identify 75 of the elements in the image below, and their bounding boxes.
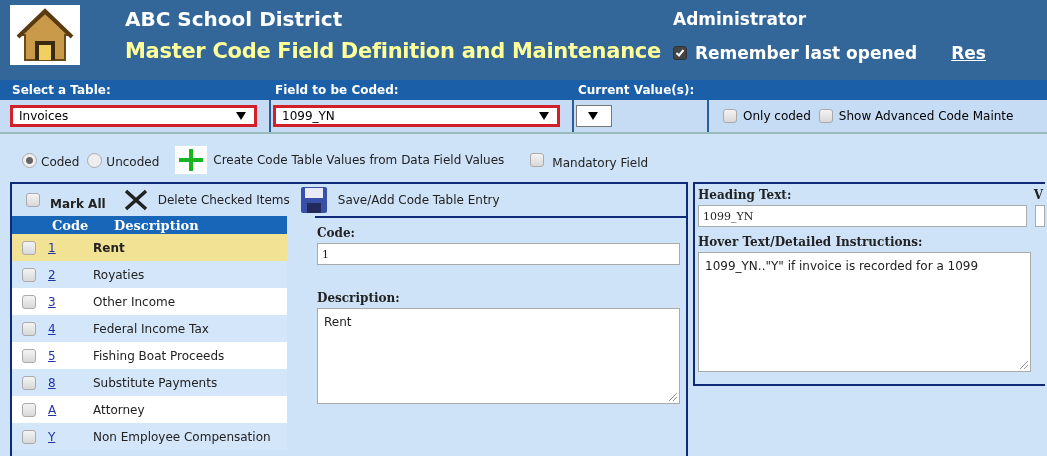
description-cell: Substitute Payments <box>93 375 218 390</box>
remember-checkbox[interactable] <box>673 46 687 60</box>
dropdown[interactable]: Invoices <box>10 105 257 127</box>
code-link[interactable]: 5 <box>48 348 93 363</box>
row-checkbox[interactable] <box>22 429 36 444</box>
radio-button[interactable] <box>87 152 103 168</box>
dropdown[interactable]: 1099_YN <box>273 105 560 127</box>
description-label: Description: <box>317 291 401 305</box>
code-link[interactable]: 8 <box>48 375 93 390</box>
heading-input-field[interactable]: 1099_YN <box>698 205 1027 227</box>
filter-label: Only coded <box>743 109 811 123</box>
mandatory-checkbox[interactable] <box>530 153 545 167</box>
caret-icon <box>588 112 598 120</box>
selector-label: Select a Table: <box>12 83 112 97</box>
hover-text-area[interactable]: 1099_YN.."Y" if invoice is recorded for a 1099 <box>698 252 1031 372</box>
row-checkbox[interactable] <box>22 402 36 417</box>
resize-grip-icon[interactable] <box>1020 361 1028 369</box>
heading-text-label: Heading Text: <box>698 188 792 202</box>
table-row[interactable]: 8 Substitute Payments <box>12 369 287 396</box>
selector-label: Field to be Coded: <box>275 83 400 97</box>
caret-icon <box>236 112 246 120</box>
row-checkbox[interactable] <box>22 294 36 309</box>
code-link[interactable]: 1 <box>48 240 93 255</box>
filter-checkbox[interactable] <box>818 109 833 123</box>
mark-all-checkbox[interactable] <box>26 193 40 207</box>
description-cell: Non Employee Compensation <box>93 429 271 444</box>
filter-label: Show Advanced Code Mainte <box>838 109 1014 123</box>
table-row[interactable]: 1 Rent <box>12 234 287 261</box>
selector-label: Current Value(s): <box>578 83 696 97</box>
remember-label: Remember last opened <box>695 43 918 63</box>
column-header: Code <box>52 217 90 233</box>
row-checkbox[interactable] <box>22 267 36 282</box>
mark-all-label: Mark All <box>50 197 106 211</box>
radio-label: Uncoded <box>106 155 160 169</box>
save-button[interactable]: Save/Add Code Table Entry <box>337 193 500 207</box>
mandatory-label: Mandatory Field <box>552 156 649 170</box>
description-cell: Other Income <box>93 294 176 309</box>
table-row[interactable]: 4 Federal Income Tax <box>12 315 287 342</box>
user-role: Administrator <box>673 9 808 29</box>
code-link[interactable]: 2 <box>48 267 93 282</box>
description-cell: Rent <box>93 240 125 255</box>
reset-link[interactable]: Res <box>951 43 986 63</box>
dropdown[interactable] <box>576 105 612 127</box>
row-checkbox[interactable] <box>22 348 36 363</box>
cut-label: V <box>1033 188 1043 202</box>
code-link[interactable]: 4 <box>48 321 93 336</box>
table-row[interactable]: Y Non Employee Compensation <box>12 423 287 450</box>
column-header: Description <box>114 217 199 233</box>
radio-label: Coded <box>41 155 80 169</box>
resize-grip-icon[interactable] <box>669 393 677 401</box>
description-text-area[interactable]: Rent <box>317 308 680 404</box>
table-row[interactable]: 2 Royaties <box>12 261 287 288</box>
filter-checkbox[interactable] <box>723 109 737 123</box>
row-checkbox[interactable] <box>22 321 36 336</box>
input-field[interactable] <box>1035 205 1045 227</box>
row-checkbox[interactable] <box>22 375 36 390</box>
hover-text-label: Hover Text/Detailed Instructions: <box>698 235 924 249</box>
delete-x-icon[interactable] <box>123 189 148 211</box>
delete-button[interactable]: Delete Checked Items <box>157 193 290 207</box>
create-values-button[interactable]: Create Code Table Values from Data Field Values <box>213 153 505 167</box>
page-title: Master Code Field Definition and Maintenance <box>125 39 662 63</box>
description-cell: Attorney <box>93 402 145 417</box>
code-link[interactable]: A <box>48 402 93 417</box>
code-input-field[interactable]: 1 <box>317 243 680 265</box>
radio-button[interactable] <box>22 152 37 168</box>
description-cell: Fishing Boat Proceeds <box>93 348 225 363</box>
caret-icon <box>539 112 549 120</box>
row-checkbox[interactable] <box>22 240 36 255</box>
plus-icon[interactable] <box>175 146 208 174</box>
district-name: ABC School District <box>125 7 344 31</box>
description-cell: Royaties <box>93 267 145 282</box>
code-link[interactable]: 3 <box>48 294 93 309</box>
code-label: Code: <box>317 226 356 240</box>
code-link[interactable]: Y <box>48 429 93 444</box>
description-cell: Federal Income Tax <box>93 321 209 336</box>
